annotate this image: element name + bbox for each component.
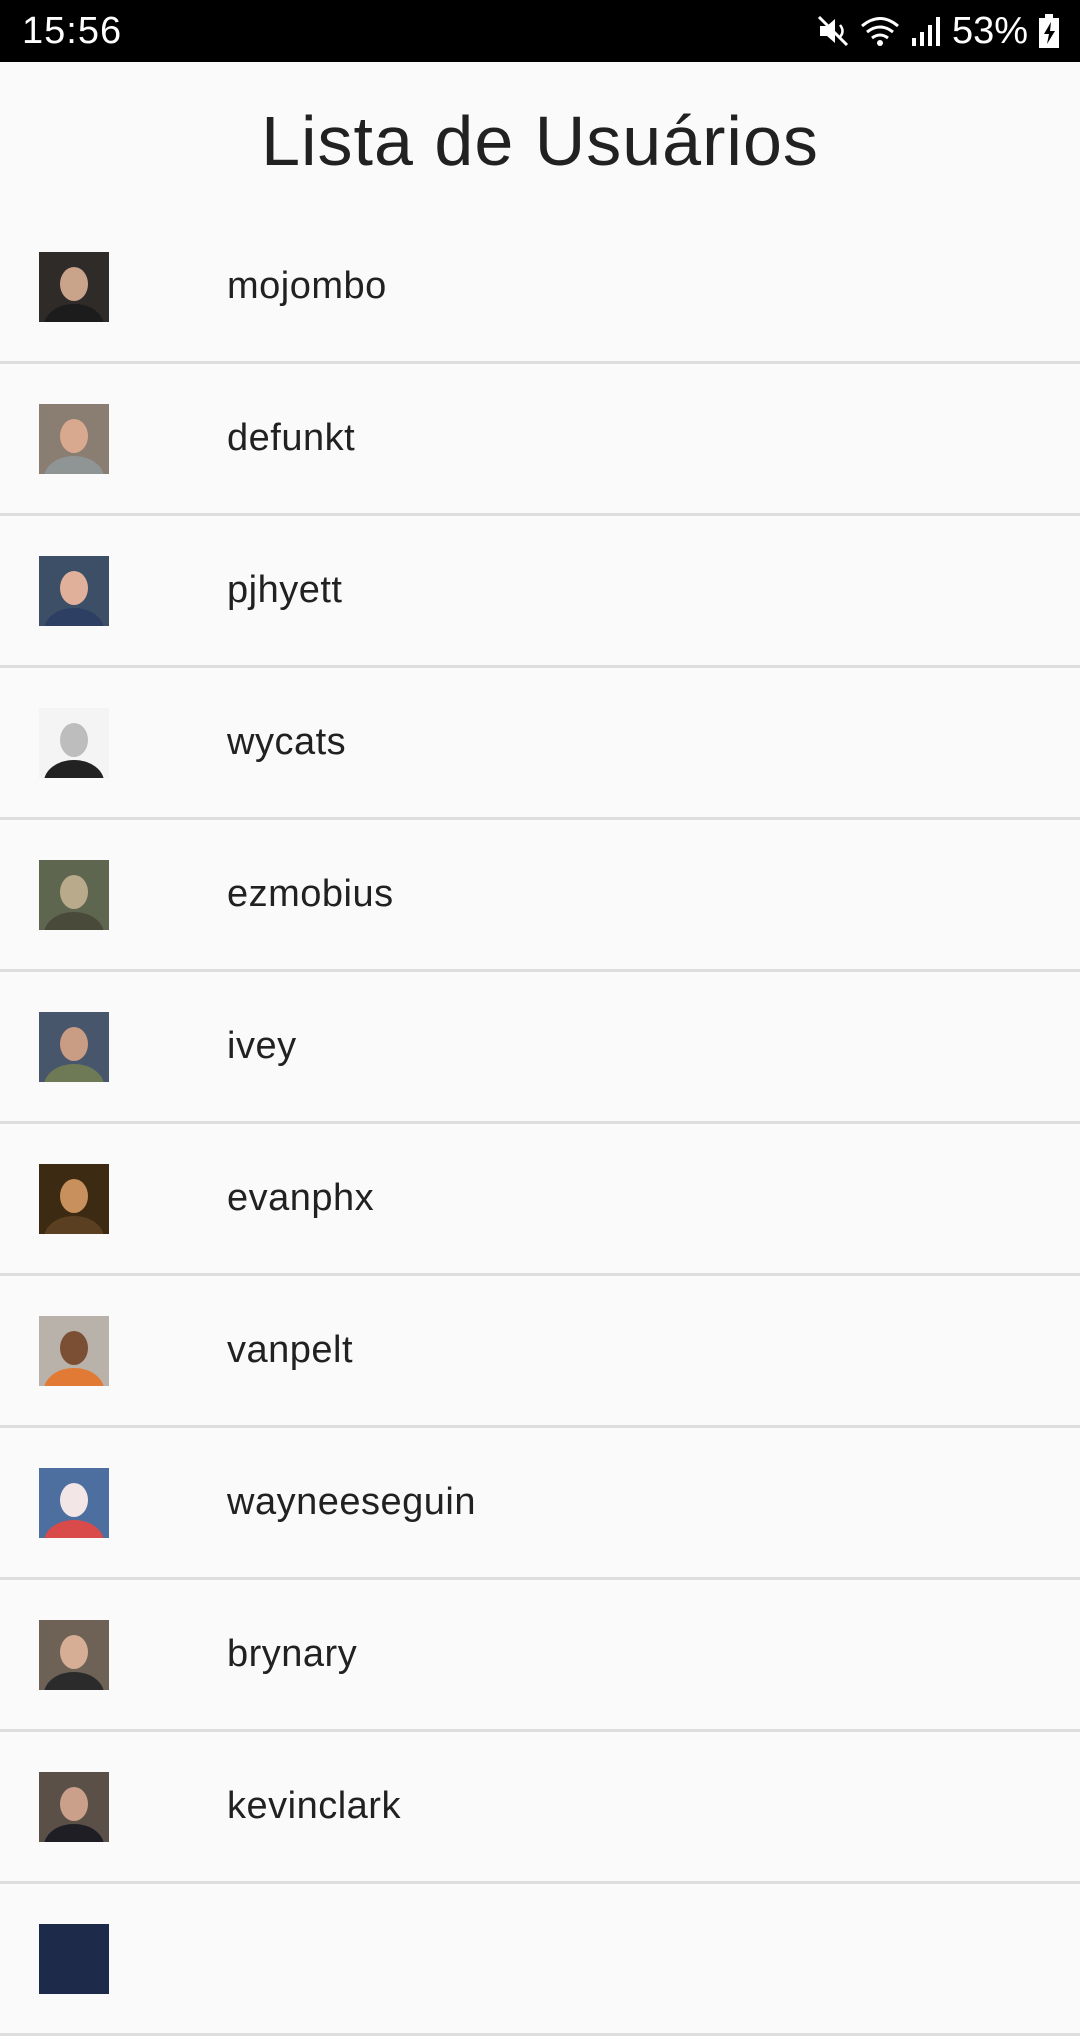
user-list-item[interactable]: vanpelt bbox=[0, 1276, 1080, 1428]
user-avatar bbox=[39, 1011, 109, 1082]
user-list-item[interactable]: ezmobius bbox=[0, 820, 1080, 972]
username-label: evanphx bbox=[227, 1177, 375, 1219]
status-time: 15:56 bbox=[22, 9, 123, 52]
user-list-item[interactable]: kevinclark bbox=[0, 1732, 1080, 1884]
user-list-item[interactable]: ivey bbox=[0, 972, 1080, 1124]
user-avatar bbox=[39, 1467, 109, 1538]
user-avatar bbox=[39, 859, 109, 930]
status-bar: 15:56 53% bbox=[0, 0, 1080, 62]
username-label: wayneeseguin bbox=[227, 1481, 476, 1523]
app-header: Lista de Usuários bbox=[0, 62, 1080, 220]
battery-charging-icon bbox=[1038, 13, 1060, 49]
username-label: mojombo bbox=[227, 265, 387, 307]
wifi-icon bbox=[860, 14, 900, 48]
user-list-item[interactable]: wycats bbox=[0, 668, 1080, 820]
user-list-item[interactable]: pjhyett bbox=[0, 516, 1080, 668]
user-list-item[interactable]: defunkt bbox=[0, 364, 1080, 516]
user-avatar bbox=[39, 1315, 109, 1386]
user-avatar bbox=[39, 1163, 109, 1234]
battery-text: 53% bbox=[951, 9, 1028, 52]
user-list-item[interactable]: evanphx bbox=[0, 1124, 1080, 1276]
username-label: pjhyett bbox=[227, 569, 343, 611]
username-label: ezmobius bbox=[227, 873, 394, 915]
user-avatar bbox=[39, 1923, 109, 1994]
signal-icon bbox=[910, 14, 942, 48]
page-title: Lista de Usuários bbox=[261, 102, 819, 180]
user-avatar bbox=[39, 707, 109, 778]
username-label: ivey bbox=[227, 1025, 297, 1067]
username-label: kevinclark bbox=[227, 1785, 401, 1827]
user-avatar bbox=[39, 403, 109, 474]
username-label: wycats bbox=[227, 721, 347, 763]
user-avatar bbox=[39, 251, 109, 322]
status-icons: 53% bbox=[816, 10, 1060, 53]
username-label: vanpelt bbox=[227, 1329, 354, 1371]
user-list-item[interactable]: wayneeseguin bbox=[0, 1428, 1080, 1580]
user-list-item[interactable]: brynary bbox=[0, 1580, 1080, 1732]
mute-icon bbox=[816, 14, 850, 48]
user-avatar bbox=[39, 555, 109, 626]
user-list-item[interactable] bbox=[0, 1884, 1080, 2036]
username-label: defunkt bbox=[227, 417, 356, 459]
user-list-item[interactable]: mojombo bbox=[0, 212, 1080, 364]
user-list: mojombo defunkt pjhyett wycats ezmobius ivey e… bbox=[0, 212, 1080, 2036]
username-label: brynary bbox=[227, 1633, 358, 1675]
user-avatar bbox=[39, 1619, 109, 1690]
user-avatar bbox=[39, 1771, 109, 1842]
